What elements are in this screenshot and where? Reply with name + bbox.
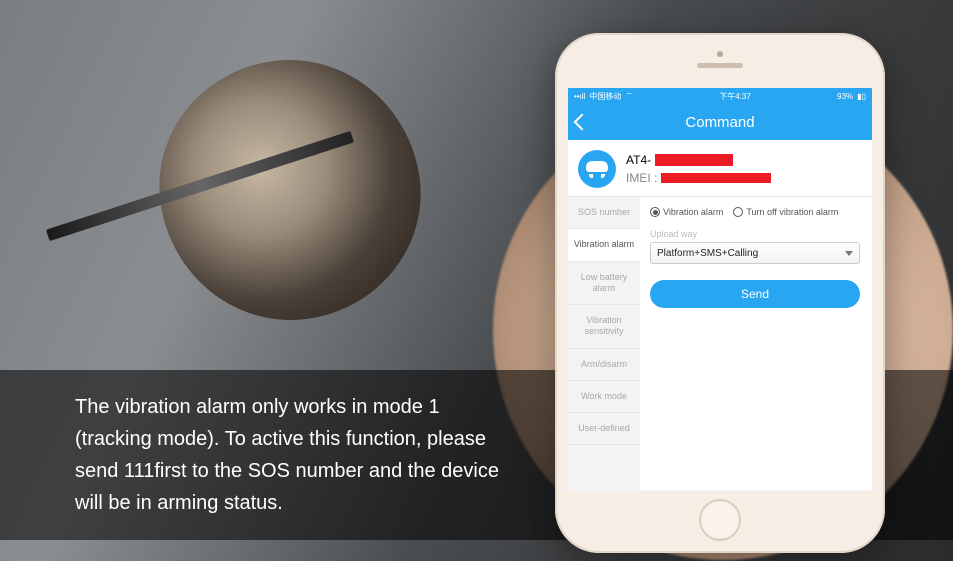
- battery-percent: 93%: [837, 92, 853, 101]
- phone-speaker: [697, 63, 743, 68]
- carrier-label: 中国移动: [589, 91, 621, 102]
- upload-way-label: Upload way: [650, 229, 860, 239]
- tab-low-battery-alarm[interactable]: Low battery alarm: [568, 262, 640, 306]
- battery-icon: ▮▯: [857, 92, 866, 101]
- alarm-radio-group: Vibration alarm Turn off vibration alarm: [650, 205, 860, 217]
- imei-redacted: [661, 173, 771, 183]
- radio-on-label: Vibration alarm: [663, 207, 723, 217]
- upload-way-field: Upload way Platform+SMS+Calling: [650, 229, 860, 264]
- status-bar: ••ıll 中国移动 ⌔ 下午4:37 93% ▮▯: [568, 88, 872, 104]
- device-name-prefix: AT4-: [626, 153, 651, 167]
- side-tabs: SOS number Vibration alarm Low battery a…: [568, 197, 640, 490]
- car-icon: [578, 150, 616, 188]
- home-button[interactable]: [699, 499, 741, 541]
- back-button[interactable]: [574, 114, 591, 131]
- tab-arm-disarm[interactable]: Arm/disarm: [568, 349, 640, 381]
- phone-frame: ••ıll 中国移动 ⌔ 下午4:37 93% ▮▯ Command AT4-: [555, 33, 885, 553]
- radio-off-icon: [733, 207, 743, 217]
- chevron-down-icon: [845, 251, 853, 256]
- imei-label: IMEI :: [626, 171, 657, 185]
- upload-way-value: Platform+SMS+Calling: [657, 248, 758, 259]
- radio-vibration-on[interactable]: Vibration alarm: [650, 207, 723, 217]
- phone-screen: ••ıll 中国移动 ⌔ 下午4:37 93% ▮▯ Command AT4-: [568, 88, 872, 491]
- device-info-row: AT4- IMEI :: [568, 140, 872, 197]
- page-title: Command: [685, 114, 754, 131]
- tab-work-mode[interactable]: Work mode: [568, 381, 640, 413]
- tab-vibration-sensitivity[interactable]: Vibration sensitivity: [568, 305, 640, 349]
- tab-user-defined[interactable]: User-defined: [568, 413, 640, 445]
- upload-way-select[interactable]: Platform+SMS+Calling: [650, 242, 860, 264]
- command-body: SOS number Vibration alarm Low battery a…: [568, 197, 872, 490]
- radio-off-label: Turn off vibration alarm: [746, 207, 838, 217]
- send-button-label: Send: [741, 287, 769, 301]
- caption-text: The vibration alarm only works in mode 1…: [75, 391, 515, 519]
- device-name-redacted: [655, 154, 733, 166]
- wifi-icon: ⌔: [625, 91, 633, 101]
- send-button[interactable]: Send: [650, 280, 860, 308]
- signal-icon: ••ıll: [574, 92, 585, 101]
- tab-vibration-alarm[interactable]: Vibration alarm: [568, 229, 640, 261]
- tab-sos-number[interactable]: SOS number: [568, 197, 640, 229]
- radio-vibration-off[interactable]: Turn off vibration alarm: [733, 207, 838, 217]
- status-time: 下午4:37: [719, 91, 751, 102]
- command-panel: Vibration alarm Turn off vibration alarm…: [640, 197, 872, 490]
- phone-camera: [717, 51, 723, 57]
- nav-header: Command: [568, 104, 872, 140]
- radio-on-icon: [650, 207, 660, 217]
